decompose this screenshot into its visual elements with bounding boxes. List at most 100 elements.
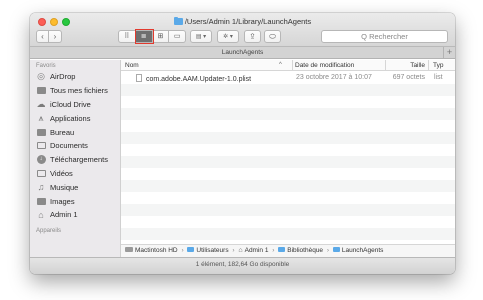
folder-icon: [187, 247, 195, 252]
view-mode-selector: ⠿ ≣ ⊞ ▭: [118, 29, 186, 44]
column-header-name[interactable]: Nom: [125, 62, 139, 69]
sidebar-item-label: Bureau: [50, 127, 75, 137]
column-view-button[interactable]: ⊞: [152, 30, 170, 43]
plist-file-icon: [136, 74, 142, 82]
column-header-size[interactable]: Taille: [385, 60, 428, 71]
column-header: Nom ^ Date de modification Taille Typ: [121, 60, 455, 71]
status-text: 1 élément, 182,64 Go disponible: [195, 261, 290, 268]
cloud-icon: ☁: [36, 98, 46, 109]
path-item-users[interactable]: Utilisateurs: [196, 247, 228, 254]
applications-icon: ⩚: [38, 112, 44, 123]
empty-row: [121, 120, 455, 132]
home-icon: ⌂: [238, 247, 243, 254]
empty-row: [121, 204, 455, 216]
file-date: 23 octobre 2017 à 10:07: [296, 74, 372, 81]
empty-row: [121, 96, 455, 108]
arrange-button[interactable]: ▤ ▾: [190, 30, 212, 43]
empty-row: [121, 228, 455, 240]
tag-button[interactable]: ⬭: [264, 30, 281, 43]
airdrop-icon: ◎: [37, 71, 45, 82]
path-item-library[interactable]: Bibliothèque: [287, 247, 323, 254]
new-tab-button[interactable]: +: [443, 47, 455, 58]
sidebar-item-label: Musique: [50, 182, 79, 192]
title-bar: /Users/Admin 1/Library/LaunchAgents ‹ › …: [30, 13, 455, 47]
path-bar: Mactintosh HD › Utilisateurs › ⌂ Admin 1 …: [121, 244, 455, 257]
empty-row: [121, 180, 455, 192]
music-icon: ♫: [37, 182, 45, 193]
sidebar-section-devices: Appareils: [36, 227, 62, 234]
downloads-icon: ↓: [36, 155, 46, 165]
file-type: list: [434, 74, 443, 81]
sidebar-item-all-files[interactable]: Tous mes fichiers: [30, 84, 120, 98]
cover-flow-button[interactable]: ▭: [169, 30, 186, 43]
empty-row: [121, 156, 455, 168]
window-title: /Users/Admin 1/Library/LaunchAgents: [30, 16, 455, 26]
finder-window: /Users/Admin 1/Library/LaunchAgents ‹ › …: [30, 13, 455, 274]
empty-row: [121, 84, 455, 96]
sidebar-item-label: Documents: [50, 141, 88, 151]
sidebar-item-label: Téléchargements: [50, 155, 108, 165]
path-item-disk[interactable]: Mactintosh HD: [135, 247, 178, 254]
sidebar-item-downloads[interactable]: ↓ Téléchargements: [30, 153, 120, 167]
folder-icon: [332, 247, 340, 252]
hard-disk-icon: [125, 247, 133, 252]
tab-bar: LaunchAgents +: [30, 47, 455, 59]
path-item-launchagents[interactable]: LaunchAgents: [342, 247, 384, 254]
list-view-button[interactable]: ≣: [134, 29, 154, 44]
empty-row: [121, 144, 455, 156]
path-separator: ›: [232, 247, 235, 254]
sort-indicator-icon: ^: [279, 62, 282, 68]
file-name-cell: com.adobe.AAM.Updater-1.0.plist: [136, 74, 251, 83]
column-header-type[interactable]: Typ: [428, 60, 443, 71]
sidebar-item-label: Tous mes fichiers: [50, 86, 108, 96]
back-button[interactable]: ‹: [36, 30, 49, 43]
sidebar-item-music[interactable]: ♫ Musique: [30, 180, 120, 194]
folder-icon: [278, 247, 286, 252]
tab-launchagents[interactable]: LaunchAgents: [222, 49, 264, 56]
sidebar-item-movies[interactable]: Vidéos: [30, 167, 120, 181]
sidebar-section-favorites: Favoris: [36, 63, 56, 69]
table-row[interactable]: com.adobe.AAM.Updater-1.0.plist 23 octob…: [121, 72, 455, 84]
empty-row: [121, 168, 455, 180]
home-icon: ⌂: [38, 209, 44, 220]
path-item-home[interactable]: Admin 1: [245, 247, 269, 254]
file-size: 697 octets: [392, 74, 425, 81]
empty-row: [121, 192, 455, 204]
all-files-icon: [36, 86, 46, 95]
sidebar-item-applications[interactable]: ⩚ Applications: [30, 111, 120, 125]
file-name: com.adobe.AAM.Updater-1.0.plist: [146, 76, 252, 83]
sidebar-item-label: Images: [50, 196, 75, 206]
pictures-icon: [36, 197, 46, 206]
movies-icon: [36, 169, 46, 178]
sidebar-item-desktop[interactable]: Bureau: [30, 125, 120, 139]
empty-row: [121, 108, 455, 120]
folder-icon: [173, 16, 183, 25]
status-bar: 1 élément, 182,64 Go disponible: [30, 257, 455, 274]
forward-button[interactable]: ›: [49, 30, 62, 43]
sidebar-item-pictures[interactable]: Images: [30, 194, 120, 208]
sidebar-item-airdrop[interactable]: ◎ AirDrop: [30, 70, 120, 84]
search-field[interactable]: Q Rechercher: [321, 30, 448, 43]
sidebar-item-home[interactable]: ⌂ Admin 1: [30, 208, 120, 222]
column-header-date[interactable]: Date de modification: [292, 60, 354, 71]
file-list: Nom ^ Date de modification Taille Typ co…: [121, 60, 455, 261]
path-separator: ›: [326, 247, 330, 254]
sidebar-item-label: iCloud Drive: [50, 99, 91, 109]
sidebar: Favoris ◎ AirDrop Tous mes fichiers ☁ iC…: [30, 60, 121, 261]
path-separator: ›: [181, 247, 184, 254]
sidebar-item-label: Vidéos: [50, 168, 73, 178]
path-separator: ›: [272, 247, 275, 254]
icon-view-button[interactable]: ⠿: [118, 30, 136, 43]
sidebar-item-documents[interactable]: Documents: [30, 139, 120, 153]
share-button[interactable]: ⇪: [244, 30, 261, 43]
sidebar-item-label: AirDrop: [50, 72, 76, 82]
sidebar-item-icloud[interactable]: ☁ iCloud Drive: [30, 98, 120, 112]
desktop-icon: [36, 128, 46, 137]
sidebar-item-label: Applications: [50, 113, 91, 123]
window-title-text: /Users/Admin 1/Library/LaunchAgents: [184, 17, 312, 26]
empty-row: [121, 132, 455, 144]
empty-row: [121, 216, 455, 228]
sidebar-item-label: Admin 1: [50, 210, 78, 220]
documents-icon: [36, 141, 46, 150]
action-button[interactable]: ✲ ▾: [217, 30, 239, 43]
